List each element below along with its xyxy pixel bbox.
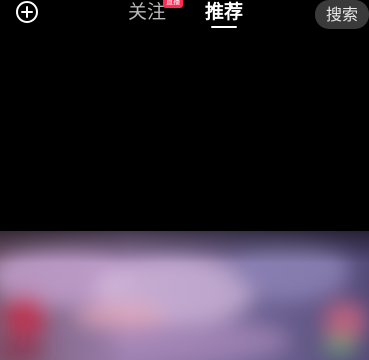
tab-recommend[interactable]: 推荐: [205, 0, 243, 24]
add-button[interactable]: [15, 0, 39, 24]
video-feed-preview[interactable]: [0, 231, 369, 360]
tab-follow[interactable]: 关注: [128, 0, 166, 24]
plus-circle-icon: [15, 0, 39, 24]
blurred-thumbnail-image: [0, 231, 369, 360]
live-badge: 直播: [163, 0, 183, 8]
home-feed-screen: 关注 直播 推荐 搜索: [0, 0, 369, 360]
search-button[interactable]: 搜索: [315, 0, 369, 29]
active-tab-indicator: [211, 26, 237, 28]
